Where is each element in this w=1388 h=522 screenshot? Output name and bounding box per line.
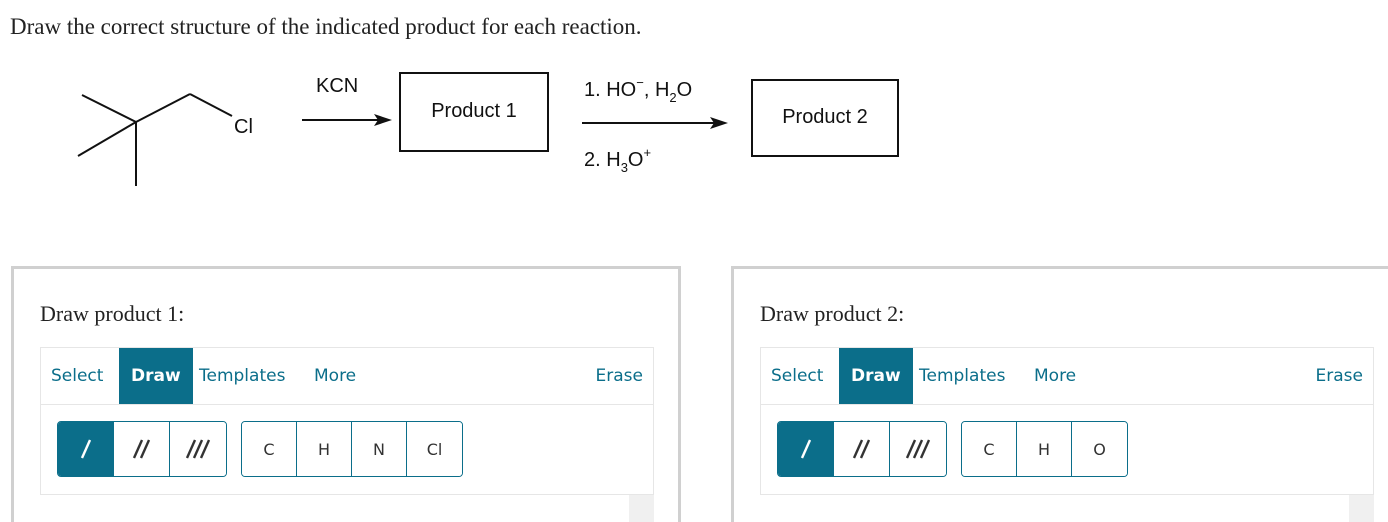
starting-material-structure (77, 93, 233, 186)
step2-conditions: 2. H3O+ (584, 145, 651, 175)
draw-panel-1: Draw product 1: Select Draw Templates Mo… (11, 266, 681, 522)
panel1-title: Draw product 1: (40, 301, 185, 326)
tab-erase[interactable]: Erase (1316, 348, 1363, 404)
product1-box-label: Product 1 (431, 100, 517, 122)
chlorine-label: Cl (234, 116, 253, 138)
panel2-tool-area: C H O (760, 405, 1374, 495)
single-bond-button[interactable] (58, 422, 114, 476)
panel2-title: Draw product 2: (760, 301, 905, 326)
tab-select[interactable]: Select (51, 348, 103, 404)
step1-conditions: 1. HO−, H2O (584, 75, 692, 105)
panel2-toolbar: Select Draw Templates More Erase (760, 347, 1374, 405)
atom-button-h[interactable]: H (297, 422, 352, 476)
triple-bond-icon (185, 439, 211, 459)
triple-bond-button[interactable] (170, 422, 226, 476)
bond-buttons (57, 421, 227, 477)
reagent-kcn: KCN (316, 75, 358, 97)
tab-select[interactable]: Select (771, 348, 823, 404)
tab-draw[interactable]: Draw (119, 348, 193, 404)
question-text: Draw the correct structure of the indica… (10, 14, 642, 39)
product2-box-label: Product 2 (782, 106, 868, 128)
single-bond-icon (800, 439, 811, 459)
single-bond-icon (80, 439, 91, 459)
double-bond-icon (852, 439, 870, 459)
panel1-scrollbar[interactable] (629, 495, 654, 522)
panel1-tool-area: C H N Cl (40, 405, 654, 495)
atom-button-n[interactable]: N (352, 422, 407, 476)
double-bond-button[interactable] (114, 422, 170, 476)
atom-button-c[interactable]: C (962, 422, 1017, 476)
panel2-scrollbar[interactable] (1349, 495, 1374, 522)
tab-more[interactable]: More (314, 348, 356, 404)
tab-templates[interactable]: Templates (919, 348, 1005, 404)
triple-bond-button[interactable] (890, 422, 946, 476)
atom-buttons: C H N Cl (241, 421, 463, 477)
tab-draw[interactable]: Draw (839, 348, 913, 404)
triple-bond-icon (905, 439, 931, 459)
reaction-scheme: Cl KCN Product 1 1. HO−, H2O 2. H3O+ Pro… (0, 60, 920, 200)
arrow-1 (302, 114, 392, 126)
bond-buttons (777, 421, 947, 477)
tab-more[interactable]: More (1034, 348, 1076, 404)
single-bond-button[interactable] (778, 422, 834, 476)
atom-button-h[interactable]: H (1017, 422, 1072, 476)
draw-panel-2: Draw product 2: Select Draw Templates Mo… (731, 266, 1388, 522)
atom-button-c[interactable]: C (242, 422, 297, 476)
atom-button-cl[interactable]: Cl (407, 422, 462, 476)
atom-buttons: C H O (961, 421, 1128, 477)
double-bond-button[interactable] (834, 422, 890, 476)
tab-templates[interactable]: Templates (199, 348, 285, 404)
tab-erase[interactable]: Erase (596, 348, 643, 404)
double-bond-icon (132, 439, 150, 459)
atom-button-o[interactable]: O (1072, 422, 1127, 476)
panel1-toolbar: Select Draw Templates More Erase (40, 347, 654, 405)
reaction-diagram: Cl KCN Product 1 1. HO−, H2O 2. H3O+ Pro… (77, 72, 899, 186)
arrow-2 (582, 117, 728, 129)
